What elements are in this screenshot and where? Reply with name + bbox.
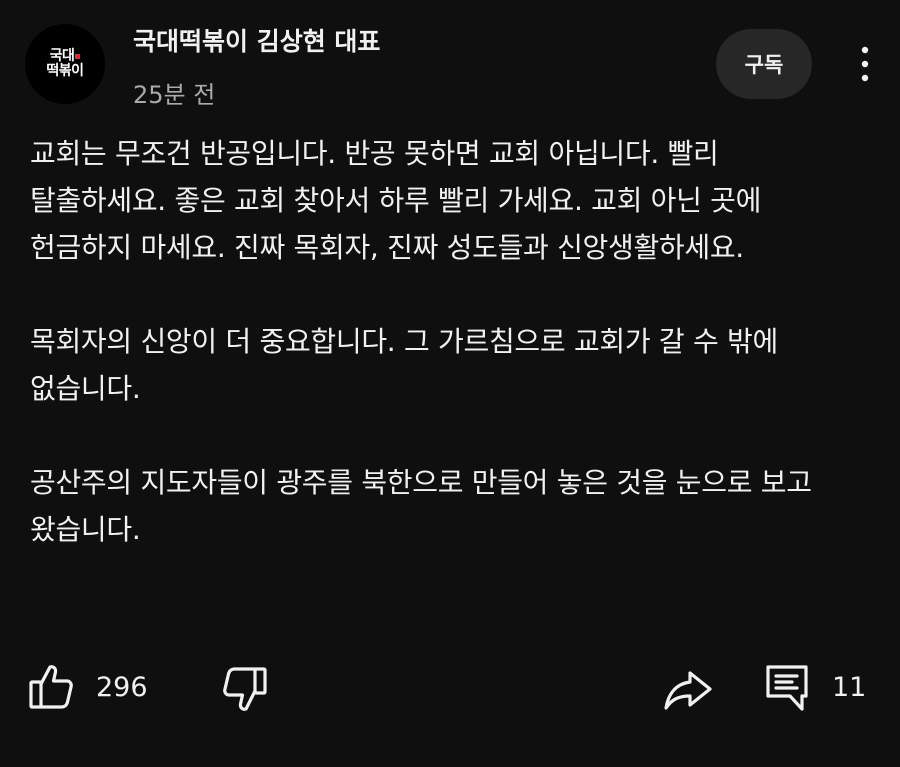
share-icon <box>664 671 712 710</box>
more-options-button[interactable] <box>848 42 882 86</box>
comment-button[interactable] <box>764 663 810 715</box>
like-count: 296 <box>96 672 148 703</box>
dislike-button[interactable] <box>220 665 270 715</box>
avatar-logo-line2: 떡볶이 <box>46 63 84 79</box>
share-button[interactable] <box>662 665 714 715</box>
thumbs-up-icon <box>29 665 73 709</box>
like-button[interactable] <box>26 661 76 711</box>
post-paragraph-2: 목회자의 신앙이 더 중요합니다. 그 가르침으로 교회가 갈 수 밖에 없습니… <box>30 325 778 405</box>
post-paragraph-1: 교회는 무조건 반공입니다. 반공 못하면 교회 아닙니다. 빨리 탈출하세요.… <box>30 137 762 264</box>
subscribe-button[interactable]: 구독 <box>716 29 812 99</box>
more-vertical-icon <box>861 46 869 82</box>
channel-avatar[interactable]: 국대 떡볶이 <box>25 24 105 104</box>
comment-count: 11 <box>832 672 867 703</box>
post-paragraph-3: 공산주의 지도자들이 광주를 북한으로 만들어 놓은 것을 눈으로 보고 왔습니… <box>30 466 812 546</box>
post-header: 국대 떡볶이 국대떡볶이 김상현 대표 25분 전 구독 <box>0 0 900 120</box>
avatar-logo-line1: 국대 <box>50 49 81 64</box>
action-bar: 296 11 <box>0 655 900 725</box>
thumbs-down-icon <box>223 667 267 711</box>
channel-name[interactable]: 국대떡볶이 김상현 대표 <box>133 22 380 58</box>
comment-icon <box>766 665 808 711</box>
post-timestamp[interactable]: 25분 전 <box>133 75 215 110</box>
avatar-logo-dot <box>75 53 81 59</box>
post-body: 교회는 무조건 반공입니다. 반공 못하면 교회 아닙니다. 빨리 탈출하세요.… <box>30 130 830 553</box>
